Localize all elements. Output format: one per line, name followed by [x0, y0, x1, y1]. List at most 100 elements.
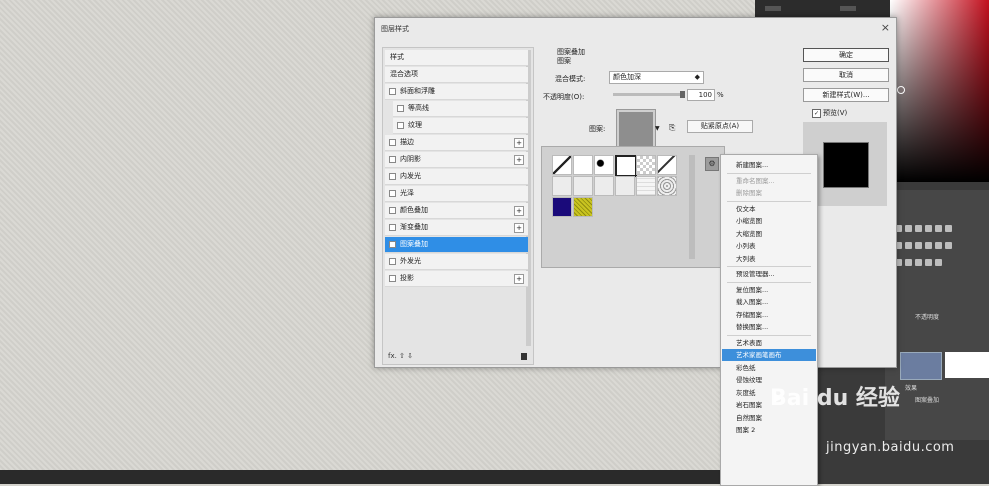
preview-check-box[interactable]: ✓: [812, 108, 821, 118]
hue-icon[interactable]: [945, 225, 952, 232]
close-icon[interactable]: ×: [881, 21, 890, 34]
opacity-slider-thumb[interactable]: [680, 91, 685, 98]
photo-filter-icon[interactable]: [915, 242, 922, 249]
add-effect-button[interactable]: +: [514, 155, 524, 165]
fx-toolbar[interactable]: fx. ⇧ ⇩: [388, 352, 413, 360]
color-picker-ring[interactable]: [897, 86, 905, 94]
style-item[interactable]: 颜色叠加 +: [385, 203, 528, 219]
opacity-input[interactable]: 100: [687, 89, 715, 101]
menu-item[interactable]: 大缩览图: [722, 228, 816, 240]
pattern-swatch-noise[interactable]: [657, 176, 677, 196]
add-effect-button[interactable]: +: [514, 274, 524, 284]
style-checkbox[interactable]: [389, 155, 396, 163]
invert-icon[interactable]: [945, 242, 952, 249]
style-checkbox[interactable]: [389, 189, 396, 197]
new-preset-icon[interactable]: ⎘: [669, 123, 675, 133]
gear-icon[interactable]: ⚙: [705, 157, 719, 171]
bw-icon[interactable]: [905, 242, 912, 249]
pattern-swatch-black-square[interactable]: [594, 155, 614, 175]
menu-item[interactable]: 替换图案...: [722, 321, 816, 333]
panel-tab[interactable]: [840, 6, 856, 11]
menu-item[interactable]: 大列表: [722, 253, 816, 265]
style-item[interactable]: 外发光: [385, 254, 528, 270]
style-checkbox[interactable]: [389, 172, 396, 180]
menu-item[interactable]: 删除图案: [722, 187, 816, 199]
style-item[interactable]: 样式: [385, 50, 528, 66]
pattern-dropdown-icon[interactable]: ▼: [655, 125, 660, 132]
selective-color-icon[interactable]: [925, 259, 932, 266]
menu-item[interactable]: 重命名图案...: [722, 175, 816, 187]
style-checkbox[interactable]: [397, 121, 404, 129]
menu-item[interactable]: 图案 2: [722, 424, 816, 436]
ok-button[interactable]: 确定: [803, 48, 889, 62]
blend-mode-select[interactable]: 颜色加深 ◆: [609, 71, 704, 84]
style-checkbox[interactable]: [389, 87, 396, 95]
pattern-swatch-yellow[interactable]: [573, 197, 593, 217]
pattern-swatch-light[interactable]: [594, 176, 614, 196]
menu-item[interactable]: 预设管理器...: [722, 268, 816, 280]
gradient-map-icon[interactable]: [915, 259, 922, 266]
style-item[interactable]: 光泽: [385, 186, 528, 202]
style-checkbox[interactable]: [389, 257, 396, 265]
pattern-swatch-white-box[interactable]: [615, 155, 637, 177]
menu-item[interactable]: 艺术家画笔画布: [722, 349, 816, 361]
style-item[interactable]: 混合选项: [385, 67, 528, 83]
menu-item[interactable]: 新建图案...: [722, 159, 816, 171]
style-item[interactable]: 内发光: [385, 169, 528, 185]
style-item[interactable]: 投影 +: [385, 271, 528, 287]
menu-item[interactable]: 小列表: [722, 240, 816, 252]
cancel-button[interactable]: 取消: [803, 68, 889, 82]
style-checkbox[interactable]: [389, 274, 396, 282]
add-effect-button[interactable]: +: [514, 223, 524, 233]
style-item[interactable]: 内阴影 +: [385, 152, 528, 168]
mixer-icon[interactable]: [925, 242, 932, 249]
pattern-swatch-light[interactable]: [615, 176, 635, 196]
pattern-swatch-light[interactable]: [552, 176, 572, 196]
lookup-icon[interactable]: [935, 242, 942, 249]
preview-checkbox[interactable]: ✓ 预览(V): [812, 108, 847, 118]
snap-to-origin-button[interactable]: 贴紧原点(A): [687, 120, 753, 133]
style-item[interactable]: 渐变叠加 +: [385, 220, 528, 236]
style-checkbox[interactable]: [389, 223, 396, 231]
menu-item[interactable]: 复位图案...: [722, 284, 816, 296]
layer-mask-thumbnail[interactable]: [945, 352, 989, 378]
panel-tab[interactable]: [765, 6, 781, 11]
style-checkbox[interactable]: [397, 104, 404, 112]
style-checkbox[interactable]: [389, 240, 396, 248]
opacity-slider[interactable]: [613, 93, 683, 96]
pattern-swatch-dots-white[interactable]: [573, 155, 593, 175]
new-style-button[interactable]: 新建样式(W)...: [803, 88, 889, 102]
vibrance-icon[interactable]: [935, 225, 942, 232]
pattern-swatch-light[interactable]: [573, 176, 593, 196]
threshold-icon[interactable]: [905, 259, 912, 266]
style-item[interactable]: 斜面和浮雕: [385, 84, 528, 100]
style-checkbox[interactable]: [389, 206, 396, 214]
exposure-icon[interactable]: [925, 225, 932, 232]
menu-item[interactable]: 彩色纸: [722, 362, 816, 374]
pattern-swatch-navy[interactable]: [552, 197, 572, 217]
menu-item[interactable]: 艺术表面: [722, 337, 816, 349]
menu-item[interactable]: 仅文本: [722, 203, 816, 215]
pattern-swatch-checker[interactable]: [636, 155, 656, 175]
style-item[interactable]: 图案叠加: [385, 237, 528, 253]
trash-icon[interactable]: [521, 353, 527, 360]
levels-icon[interactable]: [905, 225, 912, 232]
pattern-swatch[interactable]: [616, 109, 656, 149]
add-effect-button[interactable]: +: [514, 138, 524, 148]
style-item[interactable]: 描边 +: [385, 135, 528, 151]
pattern-swatch-grid[interactable]: [636, 176, 656, 196]
menu-item[interactable]: 载入图案...: [722, 296, 816, 308]
style-item[interactable]: 纹理: [393, 118, 528, 134]
shadow-icon[interactable]: [935, 259, 942, 266]
pattern-swatch-pen[interactable]: [657, 155, 677, 175]
curves-icon[interactable]: [915, 225, 922, 232]
layer-thumbnail[interactable]: [900, 352, 942, 380]
menu-item[interactable]: 小缩览图: [722, 215, 816, 227]
add-effect-button[interactable]: +: [514, 206, 524, 216]
pattern-picker-scrollbar[interactable]: [689, 155, 695, 259]
style-item[interactable]: 等高线: [393, 101, 528, 117]
style-checkbox[interactable]: [389, 138, 396, 146]
pattern-swatch-diagonal[interactable]: [552, 155, 572, 175]
menu-item[interactable]: 自然图案: [722, 412, 816, 424]
menu-item[interactable]: 存储图案...: [722, 309, 816, 321]
